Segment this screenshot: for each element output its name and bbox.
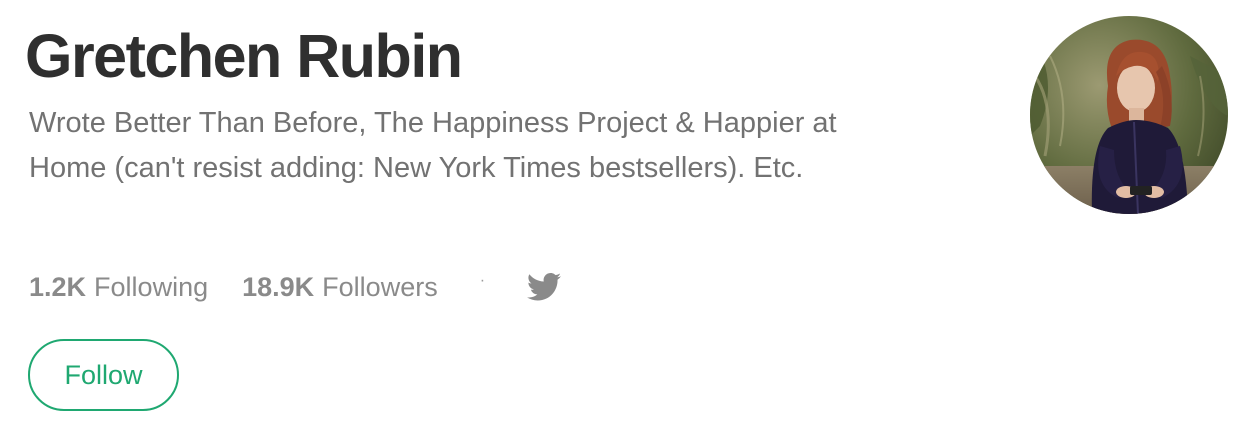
separator-dot: ·: [479, 272, 486, 289]
following-label: Following: [94, 271, 209, 302]
follow-button[interactable]: Follow: [28, 339, 179, 411]
profile-name: Gretchen Rubin: [25, 22, 463, 90]
avatar-photo: [1030, 16, 1228, 214]
following-count: 1.2K: [29, 271, 87, 302]
profile-bio: Wrote Better Than Before, The Happiness …: [29, 107, 837, 184]
profile-stats: 1.2K Following 18.9K Followers ·: [29, 268, 562, 306]
following-link[interactable]: 1.2K Following: [29, 272, 208, 303]
avatar[interactable]: [1030, 16, 1228, 214]
followers-count: 18.9K: [242, 271, 315, 302]
followers-label: Followers: [322, 271, 438, 302]
followers-link[interactable]: 18.9K Followers: [242, 272, 438, 303]
profile-header: Gretchen Rubin Wrote Better Than Before,…: [0, 0, 1244, 434]
twitter-icon[interactable]: [527, 272, 562, 302]
